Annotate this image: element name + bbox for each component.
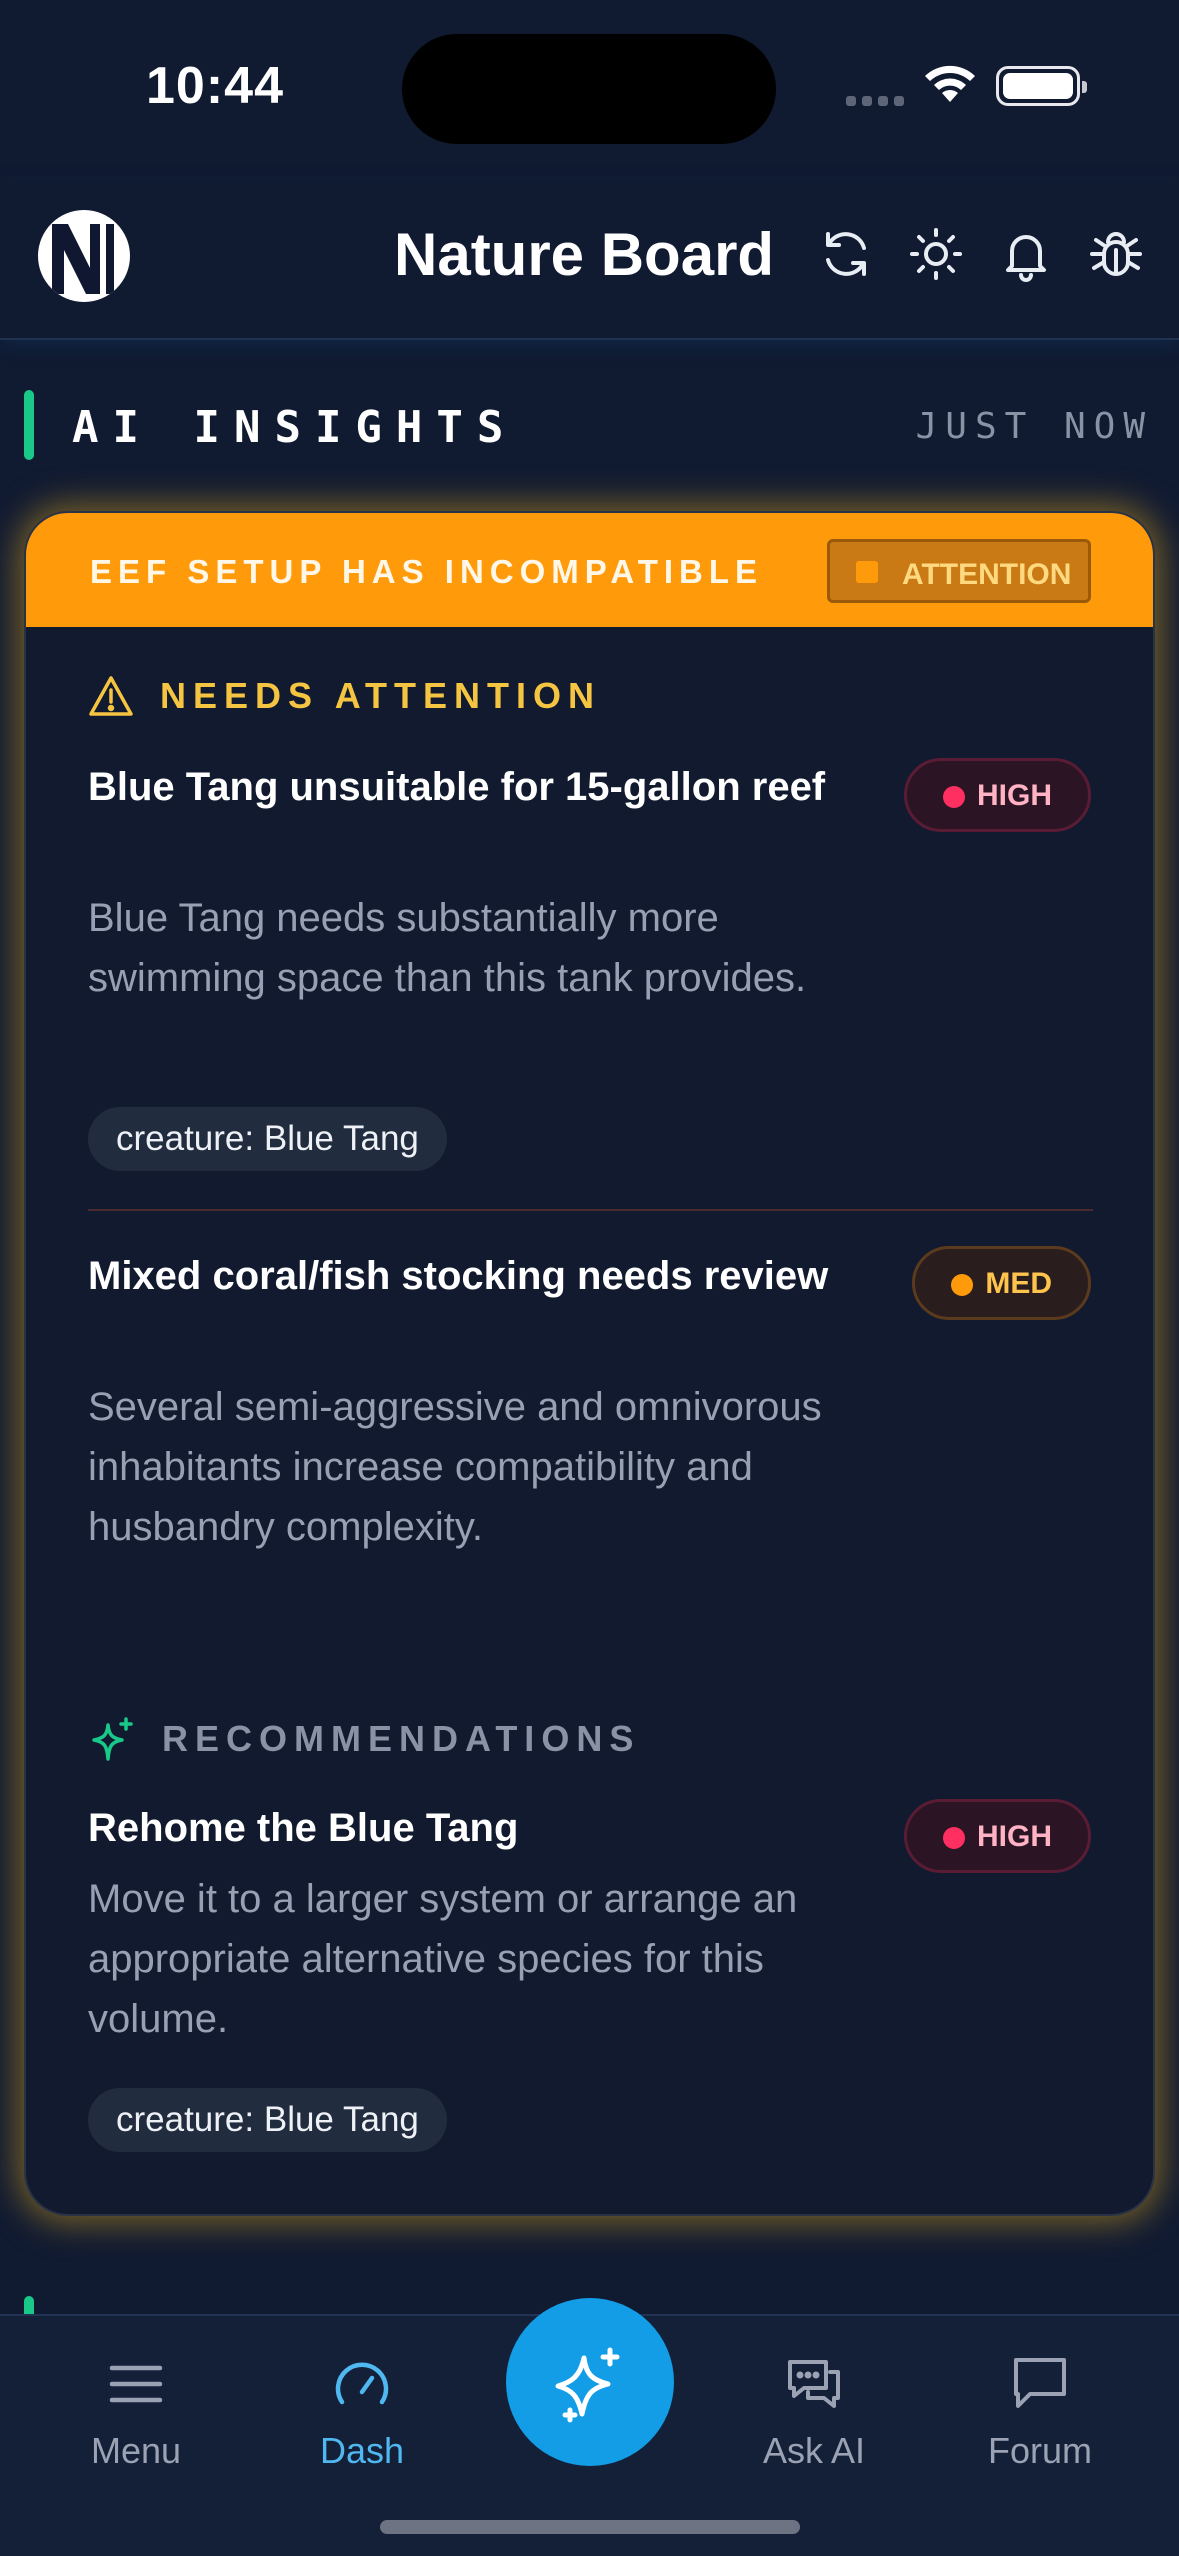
tab-label: Forum	[987, 2430, 1092, 2471]
battery-icon	[996, 66, 1087, 106]
severity-label: MED	[985, 1267, 1052, 1300]
severity-label: HIGH	[977, 779, 1052, 812]
banner-text: EEF SETUP HAS INCOMPATIBLE	[90, 553, 764, 590]
bottom-tab-bar: Menu Dash Ask AI Forum	[0, 2298, 1179, 2556]
cellular-signal-icon	[846, 96, 904, 106]
section-accent-bar	[24, 390, 34, 460]
needs-attention-label: NEEDS ATTENTION	[160, 675, 602, 716]
tab-forum[interactable]: Forum	[940, 2352, 1140, 2472]
severity-dot-icon	[943, 786, 965, 808]
creature-tag[interactable]: creature: Blue Tang	[88, 2088, 447, 2152]
sparkles-icon	[555, 2347, 620, 2423]
tab-ask-ai[interactable]: Ask AI	[714, 2352, 914, 2472]
app-header: Nature Board	[0, 180, 1179, 340]
sparkle-icon	[92, 1717, 133, 1761]
section-title: AI INSIGHTS	[72, 402, 518, 453]
recommendations-heading: RECOMMENDATIONS	[88, 1715, 640, 1763]
severity-badge: HIGH	[904, 1799, 1091, 1873]
insights-card: EEF SETUP HAS INCOMPATIBLE ATTENTION NEE…	[24, 511, 1155, 2216]
insights-section-header: AI INSIGHTS JUST NOW	[0, 380, 1179, 470]
item-divider	[88, 1209, 1093, 1211]
speech-bubble-icon	[1014, 2358, 1066, 2408]
wifi-icon	[925, 65, 975, 102]
dynamic-island	[402, 34, 776, 144]
attention-square-icon	[856, 561, 878, 583]
severity-dot-icon	[943, 1827, 965, 1849]
insight-description: Blue Tang needs substantially more swimm…	[88, 896, 807, 1000]
sun-icon[interactable]	[906, 224, 966, 284]
insight-title: Blue Tang unsuitable for 15-gallon reef	[88, 765, 826, 809]
tab-label: Menu	[90, 2430, 182, 2471]
alert-banner[interactable]: EEF SETUP HAS INCOMPATIBLE ATTENTION	[26, 513, 1153, 627]
tab-label: Ask AI	[762, 2430, 866, 2471]
creature-tag[interactable]: creature: Blue Tang	[88, 1107, 447, 1171]
bell-icon[interactable]	[996, 224, 1056, 284]
bug-icon[interactable]	[1086, 224, 1146, 284]
menu-icon	[109, 2365, 163, 2403]
severity-badge: MED	[912, 1246, 1091, 1320]
status-bar: 10:44	[0, 0, 1179, 180]
recommendation-title: Rehome the Blue Tang	[88, 1806, 519, 1850]
severity-dot-icon	[951, 1274, 974, 1296]
recommendations-label: RECOMMENDATIONS	[162, 1718, 641, 1759]
app-screen: 10:44 Nature Board AI INSIGHTS JUST NOW …	[0, 0, 1179, 2556]
section-updated-time: JUST NOW	[915, 406, 1153, 447]
severity-label: HIGH	[977, 1820, 1052, 1853]
home-indicator	[380, 2520, 800, 2534]
refresh-icon[interactable]	[816, 224, 876, 284]
severity-badge: HIGH	[904, 758, 1091, 832]
warning-icon	[89, 676, 133, 716]
insight-description: Several semi-aggressive and omnivorous i…	[88, 1385, 822, 1549]
status-time: 10:44	[146, 57, 284, 115]
tab-label: Dash	[319, 2430, 405, 2471]
attention-badge-label: ATTENTION	[902, 558, 1072, 591]
tab-menu[interactable]: Menu	[36, 2352, 236, 2472]
gauge-icon	[335, 2362, 389, 2405]
app-logo[interactable]	[38, 210, 130, 302]
insight-title: Mixed coral/fish stocking needs review	[88, 1254, 829, 1298]
chat-bubbles-icon	[788, 2360, 840, 2408]
attention-badge: ATTENTION	[827, 539, 1091, 603]
tab-dash[interactable]: Dash	[262, 2352, 462, 2472]
recommendation-description: Move it to a larger system or arrange an…	[88, 1877, 798, 2041]
app-title: Nature Board	[394, 221, 775, 288]
needs-attention-heading: NEEDS ATTENTION	[88, 675, 601, 717]
ai-action-button[interactable]	[506, 2298, 674, 2466]
